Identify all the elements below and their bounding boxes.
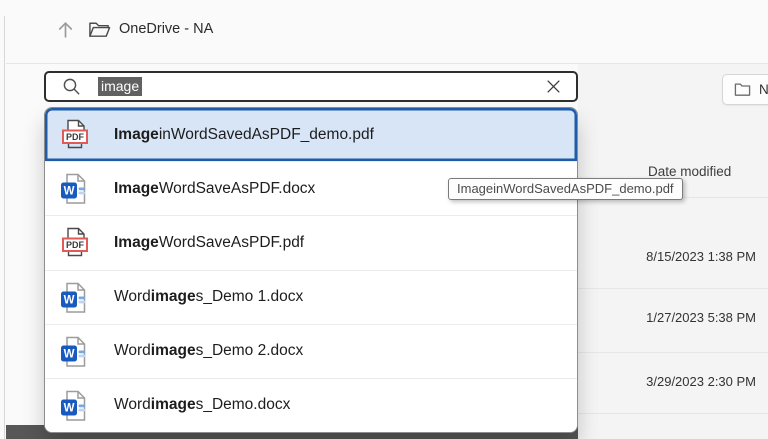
svg-text:W: W (64, 348, 75, 360)
clear-search-button[interactable] (543, 77, 563, 97)
suggestion-filename: Wordimages_Demo 2.docx (114, 342, 304, 360)
navigate-up-button[interactable] (52, 16, 78, 42)
suggestion-filename: Wordimages_Demo 1.docx (114, 288, 304, 306)
date-modified-cell: 3/29/2023 2:30 PM (646, 374, 756, 389)
list-separator (578, 352, 768, 353)
search-icon (62, 77, 81, 96)
suggestion-filename: ImageWordSaveAsPDF.docx (114, 179, 316, 197)
svg-text:W: W (64, 294, 75, 306)
word-file-icon: W (60, 172, 90, 205)
suggestion-item[interactable]: PDF ImageinWordSavedAsPDF_demo.pdf (45, 108, 577, 162)
suggestion-item[interactable]: W Wordimages_Demo 2.docx (45, 323, 577, 378)
svg-text:W: W (64, 403, 75, 415)
list-separator (578, 413, 768, 414)
svg-text:PDF: PDF (66, 241, 85, 251)
file-list-pane: Date modified 8/15/2023 1:38 PM 1/27/202… (578, 64, 768, 439)
breadcrumb: OneDrive - NA (52, 14, 213, 44)
column-header-date-modified[interactable]: Date modified (648, 164, 731, 179)
search-input[interactable]: image (44, 71, 578, 102)
list-separator (578, 288, 768, 289)
suggestion-filename: Wordimages_Demo.docx (114, 396, 291, 414)
svg-text:PDF: PDF (66, 132, 85, 142)
new-button-label: N (759, 82, 768, 97)
word-file-icon: W (60, 335, 90, 368)
svg-text:W: W (64, 186, 75, 198)
date-modified-cell: 1/27/2023 5:38 PM (646, 310, 756, 325)
up-arrow-icon (55, 19, 76, 40)
word-file-icon: W (60, 281, 90, 314)
date-modified-cell: 8/15/2023 1:38 PM (646, 249, 756, 264)
breadcrumb-location[interactable]: OneDrive - NA (119, 21, 213, 37)
pdf-file-icon: PDF (60, 118, 90, 151)
pdf-file-icon: PDF (60, 226, 90, 259)
word-file-icon: W (60, 389, 90, 422)
folder-icon (734, 82, 751, 97)
window-left-edge (4, 16, 5, 439)
suggestion-item[interactable]: W Wordimages_Demo.docx (45, 377, 577, 432)
suggestion-item[interactable]: W Wordimages_Demo 1.docx (45, 269, 577, 324)
suggestion-filename: ImageWordSaveAsPDF.pdf (114, 233, 305, 251)
new-folder-button[interactable]: N (722, 74, 768, 105)
search-suggestions-dropdown: PDF ImageinWordSavedAsPDF_demo.pdf W Ima… (44, 107, 578, 433)
search-input-selected-text: image (98, 77, 143, 96)
suggestion-item[interactable]: PDF ImageWordSaveAsPDF.pdf (45, 215, 577, 270)
open-folder-icon (88, 20, 111, 39)
filename-tooltip: ImageinWordSavedAsPDF_demo.pdf (448, 178, 683, 200)
suggestion-filename: ImageinWordSavedAsPDF_demo.pdf (114, 125, 374, 143)
